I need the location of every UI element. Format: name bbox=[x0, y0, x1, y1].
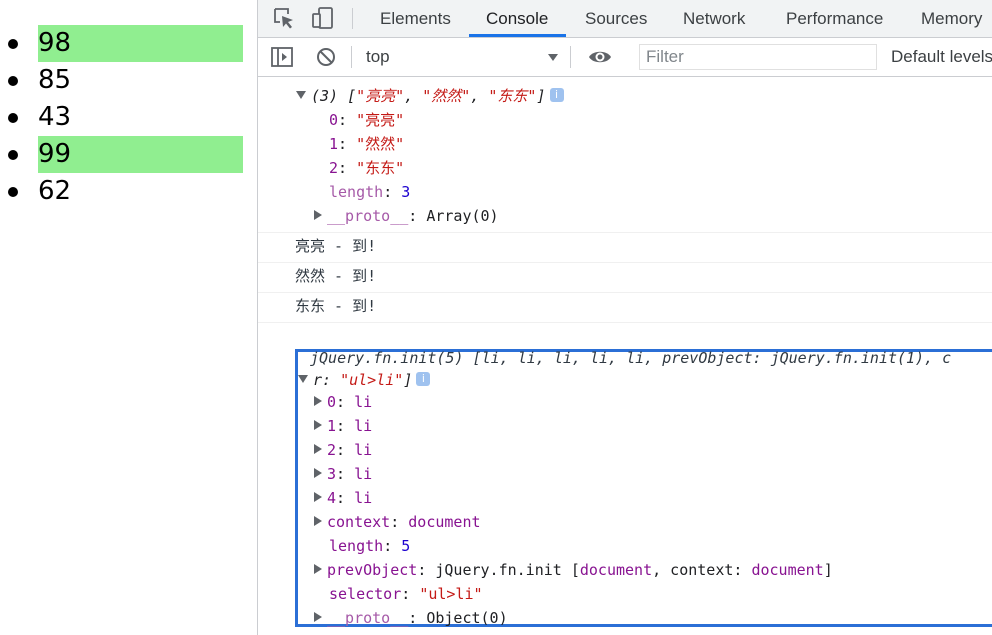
clear-console-icon[interactable] bbox=[313, 44, 339, 70]
console-toolbar: top Default levels bbox=[258, 38, 992, 77]
tab-performance[interactable]: Performance bbox=[786, 0, 883, 37]
jquery-selector: selector: "ul>li" bbox=[329, 585, 483, 603]
expand-triangle-icon[interactable] bbox=[314, 395, 322, 406]
expand-triangle-icon[interactable] bbox=[314, 563, 322, 574]
array-proto[interactable]: __proto__: Array(0) bbox=[314, 205, 499, 227]
chevron-down-icon[interactable] bbox=[548, 54, 558, 61]
toolbar-divider bbox=[351, 46, 352, 68]
message-divider bbox=[258, 322, 992, 323]
expand-triangle-icon[interactable] bbox=[314, 443, 322, 454]
expand-triangle-icon[interactable] bbox=[314, 515, 322, 526]
bullet-icon bbox=[8, 187, 18, 197]
tab-memory[interactable]: Memory bbox=[921, 0, 982, 37]
message-divider bbox=[258, 262, 992, 263]
list-item: 98 bbox=[8, 25, 243, 62]
console-output: (3) ["亮亮", "然然", "东东"] i 0: "亮亮" 1: "然然" … bbox=[258, 77, 992, 635]
bullet-icon bbox=[8, 76, 18, 86]
list-item: 99 bbox=[8, 136, 243, 173]
jquery-entry[interactable]: 0: li bbox=[314, 391, 372, 413]
bullet-icon bbox=[8, 39, 18, 49]
jquery-entry[interactable]: 1: li bbox=[314, 415, 372, 437]
log-message: 东东 - 到! bbox=[295, 297, 377, 315]
jquery-summary[interactable]: jQuery.fn.init(5) [li, li, li, li, li, p… bbox=[310, 347, 951, 369]
jquery-summary-cont[interactable]: r: "ul>li"] i bbox=[298, 369, 431, 391]
jquery-entry[interactable]: 4: li bbox=[314, 487, 372, 509]
tab-elements[interactable]: Elements bbox=[380, 0, 451, 37]
devtools-tab-bar: Elements Console Sources Network Perform… bbox=[258, 0, 992, 38]
list-item: 43 bbox=[8, 99, 243, 136]
expand-triangle-icon[interactable] bbox=[296, 90, 306, 99]
expand-triangle-icon[interactable] bbox=[314, 209, 322, 220]
tab-console[interactable]: Console bbox=[486, 0, 548, 37]
bullet-icon bbox=[8, 113, 18, 123]
jquery-prevobject[interactable]: prevObject: jQuery.fn.init [document, co… bbox=[314, 559, 833, 581]
array-entry: 1: "然然" bbox=[329, 135, 405, 153]
jquery-entry[interactable]: 2: li bbox=[314, 439, 372, 461]
expand-triangle-icon[interactable] bbox=[314, 467, 322, 478]
filter-input[interactable] bbox=[639, 44, 877, 70]
array-summary[interactable]: (3) ["亮亮", "然然", "东东"] i bbox=[296, 85, 564, 107]
toolbar-divider bbox=[570, 46, 571, 68]
tab-bar-divider bbox=[352, 8, 353, 29]
devtools-panel: Elements Console Sources Network Perform… bbox=[257, 0, 992, 635]
info-icon[interactable]: i bbox=[549, 87, 564, 102]
bullet-icon bbox=[8, 150, 18, 160]
live-expression-eye-icon[interactable] bbox=[587, 44, 613, 70]
array-length: length: 3 bbox=[329, 183, 411, 201]
expand-triangle-icon[interactable] bbox=[314, 419, 322, 430]
inspect-element-icon[interactable] bbox=[271, 5, 297, 31]
log-levels-dropdown[interactable]: Default levels bbox=[891, 46, 992, 68]
jquery-length: length: 5 bbox=[329, 537, 411, 555]
info-icon[interactable]: i bbox=[416, 371, 431, 386]
list-item: 62 bbox=[8, 173, 243, 210]
active-tab-indicator bbox=[469, 34, 566, 37]
page-viewport: 98 85 43 99 62 bbox=[0, 0, 258, 635]
expand-triangle-icon[interactable] bbox=[298, 374, 308, 383]
jquery-proto[interactable]: __proto__: Object(0) bbox=[314, 607, 508, 629]
sidebar-toggle-icon[interactable] bbox=[269, 44, 295, 70]
message-divider bbox=[258, 232, 992, 233]
expand-triangle-icon[interactable] bbox=[314, 491, 322, 502]
array-entry: 2: "东东" bbox=[329, 159, 405, 177]
message-divider bbox=[258, 292, 992, 293]
array-entry: 0: "亮亮" bbox=[329, 111, 405, 129]
tab-sources[interactable]: Sources bbox=[585, 0, 647, 37]
expand-triangle-icon[interactable] bbox=[314, 611, 322, 622]
tab-network[interactable]: Network bbox=[683, 0, 745, 37]
jquery-context[interactable]: context: document bbox=[314, 511, 481, 533]
list-item: 85 bbox=[8, 62, 243, 99]
jquery-entry[interactable]: 3: li bbox=[314, 463, 372, 485]
context-selector[interactable]: top bbox=[366, 46, 390, 68]
log-message: 亮亮 - 到! bbox=[295, 237, 377, 255]
log-message: 然然 - 到! bbox=[295, 267, 377, 285]
device-toolbar-icon[interactable] bbox=[310, 5, 336, 31]
